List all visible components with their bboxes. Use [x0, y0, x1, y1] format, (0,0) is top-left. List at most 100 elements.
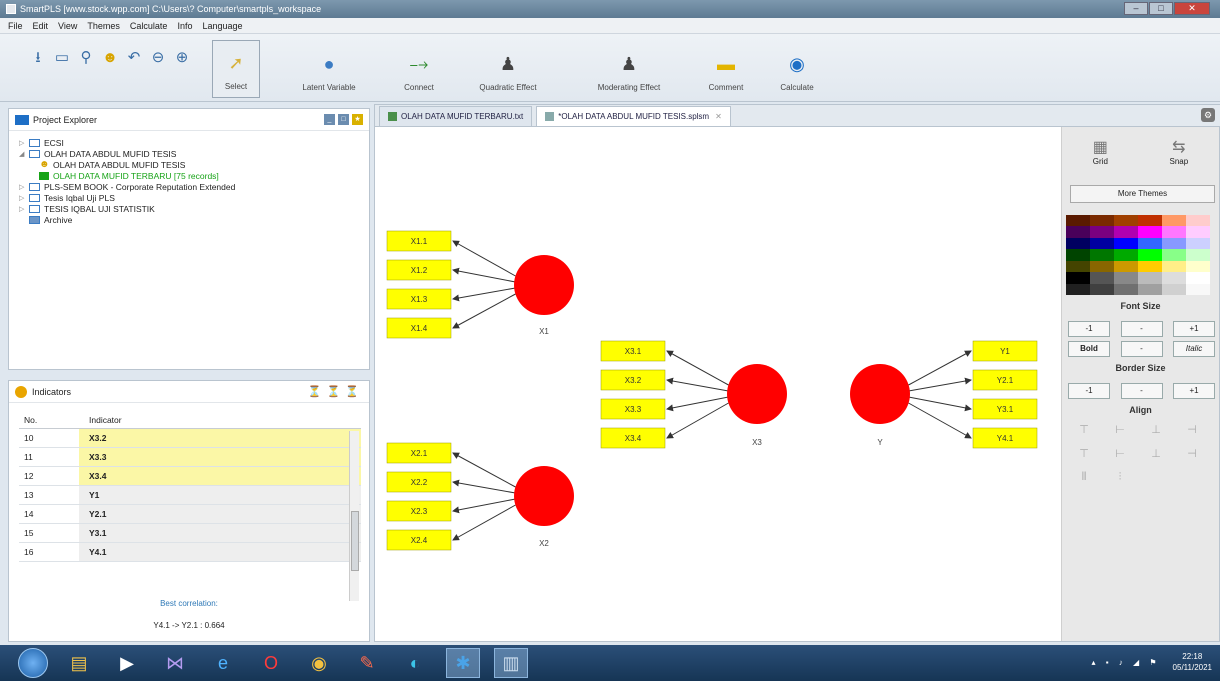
star-icon[interactable]: ★	[352, 114, 363, 125]
latent-variable[interactable]	[514, 255, 574, 315]
color-swatch[interactable]	[1162, 226, 1186, 238]
table-row[interactable]: 15 Y3.1	[19, 524, 361, 543]
align-left-icon[interactable]: ⊢	[1108, 423, 1132, 437]
color-swatch[interactable]	[1186, 215, 1210, 227]
media-player-icon[interactable]: ▶	[110, 648, 144, 678]
color-swatch[interactable]	[1114, 283, 1138, 295]
color-swatch[interactable]	[1090, 226, 1114, 238]
filter-icon[interactable]: ⏳	[308, 385, 322, 398]
color-swatch[interactable]	[1186, 283, 1210, 295]
user-icon[interactable]: ☻	[100, 48, 120, 68]
loading-arrow[interactable]	[452, 479, 516, 494]
menu-language[interactable]: Language	[202, 21, 242, 31]
paint-icon[interactable]: ✎	[350, 648, 384, 678]
color-swatch[interactable]	[1162, 283, 1186, 295]
start-button[interactable]	[18, 648, 48, 678]
color-swatch[interactable]	[1066, 249, 1090, 261]
maximize-button[interactable]: □	[1149, 2, 1173, 15]
loading-arrow[interactable]	[452, 240, 516, 277]
menu-calculate[interactable]: Calculate	[130, 21, 168, 31]
table-row[interactable]: 14 Y2.1	[19, 505, 361, 524]
color-swatch[interactable]	[1114, 249, 1138, 261]
loading-arrow[interactable]	[452, 267, 516, 283]
font-reset-button[interactable]: -	[1120, 321, 1163, 337]
menu-edit[interactable]: Edit	[33, 21, 49, 31]
more-themes-button[interactable]: More Themes	[1070, 185, 1215, 203]
comment-tool-button[interactable]: ▬ Comment	[698, 40, 754, 98]
notepad-icon[interactable]: ▥	[494, 648, 528, 678]
vs-icon[interactable]: ⋈	[158, 648, 192, 678]
ie-icon[interactable]: e	[206, 648, 240, 678]
grid-toggle[interactable]: ▦ Grid	[1093, 137, 1108, 177]
distribute-vertical-icon[interactable]: ⫶	[1108, 471, 1132, 485]
color-swatch[interactable]	[1138, 226, 1162, 238]
font-increase-button[interactable]: +1	[1173, 321, 1215, 337]
expand-icon[interactable]: ▷	[19, 205, 29, 213]
color-swatch[interactable]	[1162, 272, 1186, 284]
clock[interactable]: 22:18 05/11/2021	[1173, 651, 1212, 673]
loading-arrow[interactable]	[452, 452, 516, 488]
color-swatch[interactable]	[1138, 215, 1162, 227]
new-project-icon[interactable]: ▭	[52, 48, 72, 68]
loading-arrow[interactable]	[666, 350, 729, 386]
tray-icons[interactable]: ▴ ▪ ♪ ◢ ⚑	[1091, 658, 1160, 667]
color-swatch[interactable]	[1066, 237, 1090, 250]
color-swatch[interactable]	[1186, 260, 1210, 273]
color-swatch[interactable]	[1186, 237, 1210, 250]
color-swatch[interactable]	[1066, 260, 1090, 273]
minimize-view-icon[interactable]: _	[324, 114, 335, 125]
opera-icon[interactable]: O	[254, 648, 288, 678]
zoom-out-icon[interactable]: ⊖	[148, 48, 168, 68]
tree-item-tesis-iqbal-uji-pls[interactable]: ▷ Tesis Iqbal Uji PLS	[19, 192, 369, 203]
close-button[interactable]: ✕	[1174, 2, 1210, 15]
border-decrease-button[interactable]: -1	[1068, 383, 1110, 399]
color-swatch[interactable]	[1162, 237, 1186, 250]
save-icon[interactable]: ⭳	[28, 48, 48, 68]
color-swatch[interactable]	[1186, 249, 1210, 261]
maximize-view-icon[interactable]: □	[338, 114, 349, 125]
menu-view[interactable]: View	[58, 21, 77, 31]
loading-arrow[interactable]	[666, 402, 729, 439]
color-swatch[interactable]	[1066, 283, 1090, 295]
expand-icon[interactable]: ▷	[19, 183, 29, 191]
column-header-no[interactable]: No.	[19, 415, 79, 425]
table-row[interactable]: 10 X3.2	[19, 429, 361, 448]
loading-arrow[interactable]	[452, 504, 516, 541]
color-swatch[interactable]	[1114, 226, 1138, 238]
table-row[interactable]: 12 X3.4	[19, 467, 361, 486]
tree-item-tesis-iqbal-uji-statistik[interactable]: ▷ TESIS IQBAL UJI STATISTIK	[19, 203, 369, 214]
connect-tool-button[interactable]: ⤍ Connect	[394, 40, 444, 98]
tab-model-file[interactable]: *OLAH DATA ABDUL MUFID TESIS.splsm ✕	[536, 106, 731, 126]
border-reset-button[interactable]: -	[1120, 383, 1163, 399]
color-swatch[interactable]	[1162, 215, 1186, 227]
loading-arrow[interactable]	[666, 377, 729, 392]
color-swatch[interactable]	[1114, 272, 1138, 284]
loading-arrow[interactable]	[452, 287, 516, 302]
expand-icon[interactable]: ▷	[19, 139, 29, 147]
import-data-icon[interactable]: ⚲	[76, 48, 96, 68]
color-swatch[interactable]	[1090, 283, 1114, 295]
color-swatch[interactable]	[1066, 226, 1090, 238]
color-swatch[interactable]	[1186, 226, 1210, 238]
minimize-button[interactable]: –	[1124, 2, 1148, 15]
color-swatch[interactable]	[1114, 260, 1138, 273]
zoom-in-icon[interactable]: ⊕	[172, 48, 192, 68]
tab-data-file[interactable]: OLAH DATA MUFID TERBARU.txt	[379, 106, 533, 126]
tree-item-archive[interactable]: Archive	[19, 214, 369, 225]
align-top-icon[interactable]: ⊤	[1072, 423, 1096, 437]
color-swatch[interactable]	[1090, 272, 1114, 284]
smartpls-icon[interactable]: ✱	[446, 648, 480, 678]
loading-arrow[interactable]	[908, 402, 972, 439]
font-decrease-button[interactable]: -1	[1068, 321, 1110, 337]
moderating-effect-tool-button[interactable]: ♟ Moderating Effect	[584, 40, 674, 98]
color-swatch[interactable]	[1138, 249, 1162, 261]
align-middle-icon[interactable]: ⊢	[1108, 447, 1132, 461]
loading-arrow[interactable]	[666, 396, 729, 412]
table-row[interactable]: 16 Y4.1	[19, 543, 361, 562]
align-right-edge-icon[interactable]: ⊣	[1180, 447, 1204, 461]
align-bottom-icon[interactable]: ⊥	[1144, 447, 1168, 461]
color-swatch[interactable]	[1138, 260, 1162, 273]
latent-variable[interactable]	[514, 466, 574, 526]
align-right-icon[interactable]: ⊣	[1180, 423, 1204, 437]
color-swatch[interactable]	[1138, 283, 1162, 295]
